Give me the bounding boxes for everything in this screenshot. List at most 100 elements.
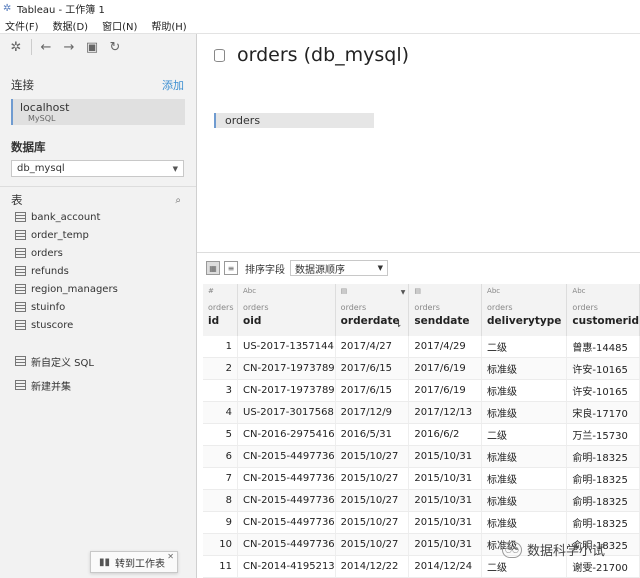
table-cell[interactable]: 2015/10/27	[335, 511, 410, 534]
canvas-table-orders[interactable]: orders	[214, 113, 374, 128]
table-cell[interactable]: 9	[203, 511, 238, 534]
table-cell[interactable]: 宋良-17170	[566, 401, 640, 424]
sort-icon[interactable]: ⇂	[395, 320, 403, 330]
table-cell[interactable]: CN-2014-4195213	[237, 555, 336, 578]
table-cell[interactable]: 2014/12/22	[335, 555, 410, 578]
table-item-stuscore[interactable]: stuscore	[0, 316, 196, 334]
table-cell[interactable]: 许安-10165	[566, 357, 640, 380]
table-cell[interactable]: 6	[203, 445, 238, 468]
table-item-stuinfo[interactable]: stuinfo	[0, 298, 196, 316]
table-cell[interactable]: CN-2015-4497736	[237, 489, 336, 512]
table-cell[interactable]: CN-2016-2975416	[237, 423, 336, 446]
table-cell[interactable]: 2016/6/2	[408, 423, 483, 446]
date-type-icon[interactable]: ▤	[341, 287, 409, 303]
datasource-title[interactable]: orders (db_mysql)	[237, 44, 409, 66]
add-connection-link[interactable]: 添加	[162, 77, 184, 93]
column-header-senddate[interactable]: ▤ orders senddate	[408, 284, 483, 336]
column-header-oid[interactable]: Abc orders oid	[237, 284, 336, 336]
table-cell[interactable]: 许安-10165	[566, 379, 640, 402]
table-cell[interactable]: 俞明-18325	[566, 467, 640, 490]
table-item-refunds[interactable]: refunds	[0, 262, 196, 280]
table-cell[interactable]: 2017/6/15	[335, 357, 410, 380]
table-cell[interactable]: 二级	[481, 336, 568, 358]
save-icon[interactable]: ▣	[84, 39, 100, 55]
table-cell[interactable]: CN-2017-1973789	[237, 379, 336, 402]
table-item-order-temp[interactable]: order_temp	[0, 226, 196, 244]
table-item-region-managers[interactable]: region_managers	[0, 280, 196, 298]
table-cell[interactable]: 2	[203, 357, 238, 380]
table-cell[interactable]: 2015/10/31	[408, 467, 483, 490]
table-cell[interactable]: 2015/10/31	[408, 489, 483, 512]
database-select[interactable]: db_mysql ▼	[11, 160, 184, 177]
table-cell[interactable]: 2017/6/19	[408, 357, 483, 380]
menu-window[interactable]: 窗口(N)	[102, 18, 137, 33]
goto-sheet-button[interactable]: ▮▮ 转到工作表 ✕	[90, 551, 178, 573]
table-cell[interactable]: 7	[203, 467, 238, 490]
table-cell[interactable]: 5	[203, 423, 238, 446]
table-item-bank-account[interactable]: bank_account	[0, 208, 196, 226]
table-cell[interactable]: 标准级	[481, 467, 568, 490]
table-cell[interactable]: 2015/10/31	[408, 511, 483, 534]
table-cell[interactable]: 2017/12/13	[408, 401, 483, 424]
table-cell[interactable]: 1	[203, 336, 238, 358]
sort-select[interactable]: 数据源顺序 ▼	[290, 260, 388, 276]
table-cell[interactable]: 2016/5/31	[335, 423, 410, 446]
table-cell[interactable]: 标准级	[481, 357, 568, 380]
new-custom-sql[interactable]: 新自定义 SQL	[0, 349, 196, 373]
tableau-home-icon[interactable]: ✲	[8, 39, 24, 55]
column-header-customerid[interactable]: Abc orders customerid	[566, 284, 640, 336]
string-type-icon[interactable]: Abc	[487, 287, 566, 303]
table-cell[interactable]: 2017/4/29	[408, 336, 483, 358]
table-cell[interactable]: 2015/10/31	[408, 533, 483, 556]
table-cell[interactable]: 曾惠-14485	[566, 336, 640, 358]
table-cell[interactable]: CN-2015-4497736	[237, 533, 336, 556]
table-cell[interactable]: 2015/10/27	[335, 445, 410, 468]
chevron-down-icon[interactable]: ▼	[401, 289, 406, 296]
date-type-icon[interactable]: ▤	[414, 287, 481, 303]
column-header-orderdate[interactable]: ▤ ▼ orders orderdate ⇂	[335, 284, 410, 336]
back-arrow-icon[interactable]: ←	[38, 39, 54, 55]
table-cell[interactable]: 标准级	[481, 489, 568, 512]
string-type-icon[interactable]: Abc	[243, 287, 335, 303]
table-cell[interactable]: 标准级	[481, 511, 568, 534]
table-cell[interactable]: CN-2015-4497736	[237, 511, 336, 534]
list-view-icon[interactable]: ≡	[224, 261, 238, 275]
menu-file[interactable]: 文件(F)	[5, 18, 39, 33]
table-cell[interactable]: 2014/12/24	[408, 555, 483, 578]
table-cell[interactable]: 2017/12/9	[335, 401, 410, 424]
table-cell[interactable]: 8	[203, 489, 238, 512]
table-cell[interactable]: 2017/4/27	[335, 336, 410, 358]
string-type-icon[interactable]: Abc	[572, 287, 639, 303]
refresh-icon[interactable]: ↻	[107, 39, 123, 55]
table-cell[interactable]: 2015/10/31	[408, 445, 483, 468]
column-header-deliverytype[interactable]: Abc orders deliverytype	[481, 284, 568, 336]
table-cell[interactable]: CN-2017-1973789	[237, 357, 336, 380]
table-cell[interactable]: 11	[203, 555, 238, 578]
table-cell[interactable]: 4	[203, 401, 238, 424]
menu-data[interactable]: 数据(D)	[53, 18, 89, 33]
table-cell[interactable]: 标准级	[481, 379, 568, 402]
table-item-orders[interactable]: orders	[0, 244, 196, 262]
table-cell[interactable]: CN-2015-4497736	[237, 467, 336, 490]
forward-arrow-icon[interactable]: →	[61, 39, 77, 55]
table-cell[interactable]: 2015/10/27	[335, 533, 410, 556]
table-cell[interactable]: 俞明-18325	[566, 511, 640, 534]
table-cell[interactable]: 2015/10/27	[335, 467, 410, 490]
table-cell[interactable]: 俞明-18325	[566, 489, 640, 512]
table-cell[interactable]: 2017/6/19	[408, 379, 483, 402]
table-cell[interactable]: 2017/6/15	[335, 379, 410, 402]
number-type-icon[interactable]: #	[208, 287, 237, 303]
table-cell[interactable]: US-2017-1357144	[237, 336, 336, 358]
connection-item[interactable]: localhost MySQL	[11, 99, 185, 125]
table-cell[interactable]: 俞明-18325	[566, 445, 640, 468]
menu-help[interactable]: 帮助(H)	[151, 18, 186, 33]
table-cell[interactable]: 2015/10/27	[335, 489, 410, 512]
new-union[interactable]: 新建并集	[0, 373, 196, 397]
column-header-id[interactable]: # orders id	[203, 284, 238, 336]
table-cell[interactable]: 标准级	[481, 445, 568, 468]
table-cell[interactable]: CN-2015-4497736	[237, 445, 336, 468]
close-icon[interactable]: ✕	[167, 552, 174, 561]
table-cell[interactable]: 3	[203, 379, 238, 402]
table-cell[interactable]: 万兰-15730	[566, 423, 640, 446]
table-cell[interactable]: 标准级	[481, 401, 568, 424]
